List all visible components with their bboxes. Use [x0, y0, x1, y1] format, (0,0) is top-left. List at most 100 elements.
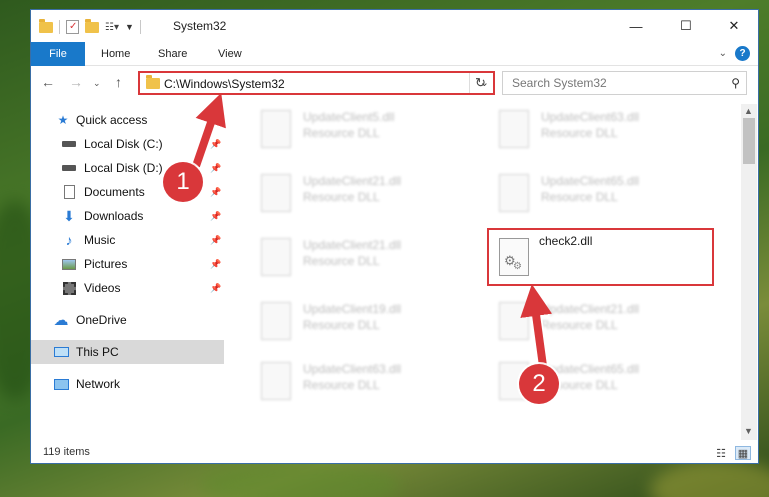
recent-locations-icon[interactable]: ⌄ — [93, 78, 101, 89]
file-name: UpdateClient63.dll — [541, 110, 640, 124]
sidebar-item-onedrive[interactable]: ☁ OneDrive — [31, 308, 224, 332]
large-icons-view-icon[interactable]: ▦ — [735, 446, 751, 460]
details-view-icon[interactable]: ☷ — [713, 446, 729, 460]
dll-file-icon — [261, 238, 291, 276]
file-type: Resource DLL — [303, 378, 380, 392]
highlight-box-check2-dll — [487, 228, 714, 286]
sidebar-item-this-pc[interactable]: This PC — [31, 340, 224, 364]
refresh-button[interactable]: ↻ — [469, 73, 491, 93]
sidebar-item-label: Network — [76, 377, 121, 391]
refresh-icon: ↻ — [475, 75, 486, 90]
sidebar-item-local-disk-c[interactable]: Local Disk (C:) 📌 — [31, 132, 224, 156]
sidebar-item-label: This PC — [76, 345, 119, 359]
videos-icon — [61, 281, 77, 295]
file-type: Resource DLL — [541, 126, 618, 140]
sidebar-item-label: OneDrive — [76, 313, 127, 327]
help-icon[interactable]: ? — [735, 46, 750, 61]
dll-file-icon — [261, 302, 291, 340]
tab-view[interactable]: View — [218, 42, 242, 66]
file-item[interactable]: UpdateClient21.dll Resource DLL — [253, 234, 453, 284]
scroll-down-icon[interactable]: ▼ — [744, 426, 753, 436]
close-button[interactable]: ✕ — [711, 10, 757, 42]
file-item[interactable]: UpdateClient63.dll Resource DLL — [491, 106, 691, 156]
music-icon: ♪ — [65, 232, 73, 248]
search-box[interactable]: ⚲ — [502, 71, 747, 95]
sidebar-item-label: Pictures — [84, 257, 128, 271]
file-item[interactable]: UpdateClient21.dll Resource DLL — [491, 298, 691, 348]
wallpaper-foliage — [200, 460, 400, 497]
sidebar-item-pictures[interactable]: Pictures 📌 — [31, 252, 224, 276]
folder-icon — [39, 18, 53, 33]
divider — [139, 20, 141, 34]
pin-icon[interactable]: 📌 — [210, 283, 221, 294]
sidebar-item-videos[interactable]: Videos 📌 — [31, 276, 224, 300]
dll-file-icon — [261, 174, 291, 212]
minimize-button[interactable]: — — [613, 10, 659, 42]
sidebar-item-network[interactable]: Network — [31, 372, 224, 396]
expand-ribbon-icon[interactable]: ⌄ — [719, 48, 727, 59]
pin-icon[interactable]: 📌 — [210, 139, 221, 150]
file-item[interactable]: UpdateClient21.dll Resource DLL — [253, 170, 453, 220]
dll-file-icon — [261, 362, 291, 400]
search-icon[interactable]: ⚲ — [731, 76, 740, 90]
navigation-bar: ← → ⌄ ↑ C:\Windows\System32 ⌄ ↻ ⚲ — [31, 66, 758, 100]
pin-icon[interactable]: 📌 — [210, 163, 221, 174]
file-name: UpdateClient21.dll — [303, 238, 402, 252]
new-folder-icon[interactable] — [85, 18, 99, 33]
dll-file-icon — [499, 302, 529, 340]
close-icon: ✕ — [728, 18, 740, 33]
dll-file-icon — [261, 110, 291, 148]
cloud-icon: ☁ — [53, 312, 69, 329]
file-type: Resource DLL — [303, 318, 380, 332]
up-arrow-icon[interactable]: ↑ — [115, 74, 122, 90]
file-name: UpdateClient19.dll — [303, 302, 402, 316]
sidebar-item-label: Videos — [84, 281, 121, 295]
ribbon-tabs: File Home Share View ⌄ ? — [31, 42, 758, 66]
pin-icon[interactable]: 📌 — [210, 259, 221, 270]
vertical-scrollbar[interactable]: ▲ ▼ — [741, 104, 757, 440]
file-type: Resource DLL — [541, 318, 618, 332]
divider — [59, 20, 60, 34]
file-type: Resource DLL — [303, 254, 380, 268]
pin-icon[interactable]: 📌 — [210, 235, 221, 246]
file-item[interactable]: UpdateClient5.dll Resource DLL — [253, 106, 453, 156]
properties-icon[interactable]: ✓ — [66, 20, 79, 34]
sidebar-item-label: Local Disk (C:) — [84, 137, 163, 151]
tab-file[interactable]: File — [31, 42, 85, 66]
file-name: UpdateClient63.dll — [303, 362, 402, 376]
pin-icon[interactable]: 📌 — [210, 211, 221, 222]
file-list: UpdateClient5.dll Resource DLL UpdateCli… — [239, 104, 739, 434]
customize-toolbar-icon[interactable]: ☷▾ — [105, 22, 119, 33]
address-bar[interactable]: C:\Windows\System32 ⌄ — [138, 71, 495, 95]
address-path[interactable]: C:\Windows\System32 — [164, 77, 285, 91]
quick-access-toolbar: ✓ ☷▾ ▼ — [39, 18, 141, 36]
sidebar-item-quick-access[interactable]: ★ Quick access — [31, 108, 224, 132]
dll-file-icon — [499, 174, 529, 212]
file-item[interactable]: UpdateClient19.dll Resource DLL — [253, 298, 453, 348]
sidebar-item-music[interactable]: ♪ Music 📌 — [31, 228, 224, 252]
forward-arrow-icon[interactable]: → — [69, 74, 83, 90]
file-item[interactable]: UpdateClient63.dll Resource DLL — [253, 358, 453, 408]
drive-icon — [61, 161, 77, 175]
tab-share[interactable]: Share — [158, 42, 187, 66]
ribbon-controls: ⌄ ? — [719, 46, 750, 61]
scrollbar-thumb[interactable] — [743, 118, 755, 164]
maximize-button[interactable]: ☐ — [663, 10, 709, 42]
sidebar-item-downloads[interactable]: ⬇ Downloads 📌 — [31, 204, 224, 228]
tab-home[interactable]: Home — [101, 42, 130, 66]
back-arrow-icon[interactable]: ← — [41, 74, 55, 90]
window-title: System32 — [173, 19, 227, 33]
file-name: UpdateClient5.dll — [303, 110, 395, 124]
search-input[interactable] — [503, 72, 723, 94]
drive-icon — [61, 137, 77, 151]
maximize-icon: ☐ — [680, 18, 692, 33]
status-bar: 119 items ☷ ▦ — [31, 442, 758, 463]
sidebar-item-label: Downloads — [84, 209, 144, 223]
pin-icon[interactable]: 📌 — [210, 187, 221, 198]
sidebar-item-label: Documents — [84, 185, 145, 199]
file-item[interactable]: UpdateClient65.dll Resource DLL — [491, 170, 691, 220]
chevron-down-icon[interactable]: ▼ — [125, 22, 134, 32]
wallpaper-foliage — [650, 460, 769, 497]
pictures-icon — [61, 257, 77, 271]
scroll-up-icon[interactable]: ▲ — [744, 106, 753, 116]
